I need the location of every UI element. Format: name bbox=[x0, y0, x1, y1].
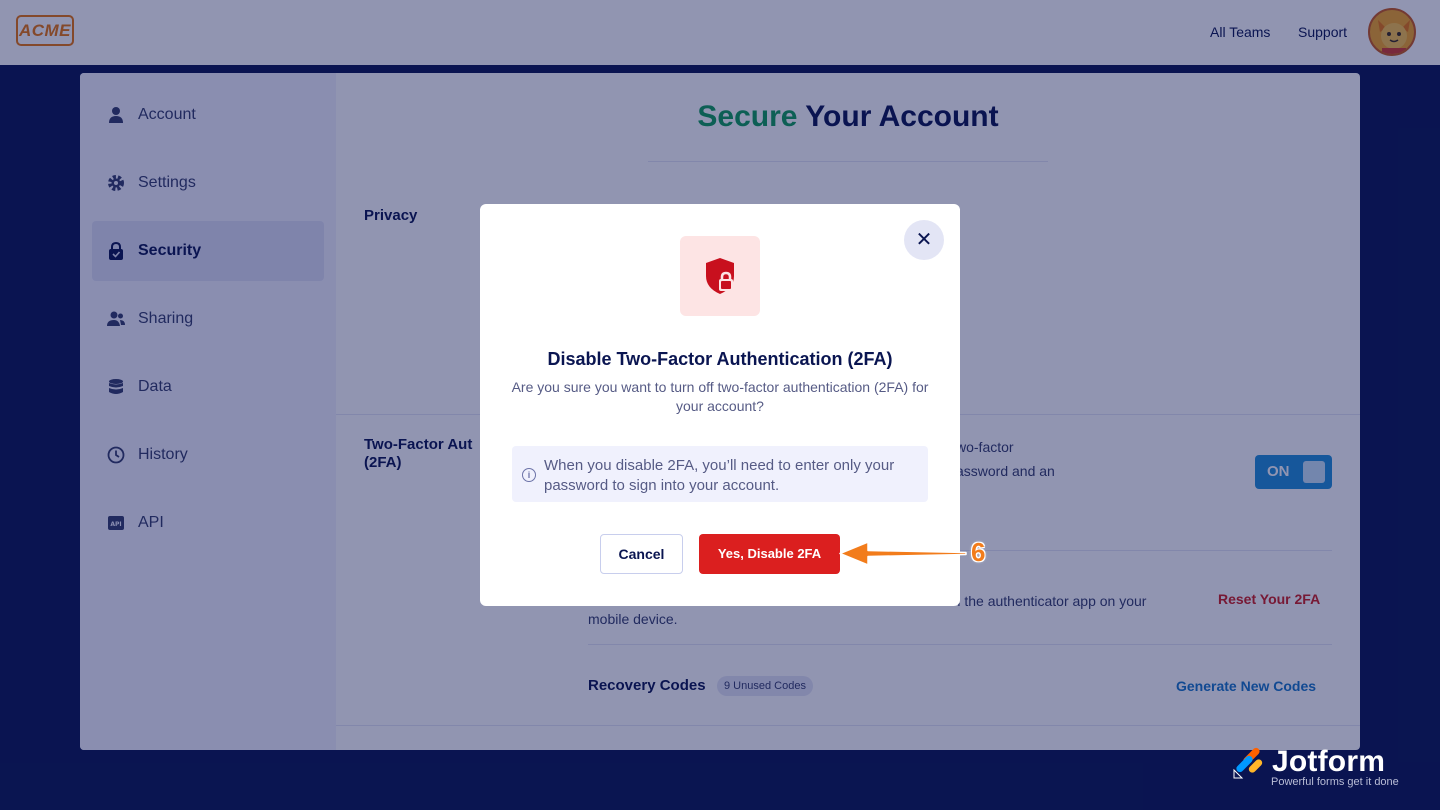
info-notice: i When you disable 2FA, you’ll need to e… bbox=[512, 446, 928, 502]
pointer-arrow-icon bbox=[839, 541, 967, 566]
step-number: 6 bbox=[971, 537, 986, 567]
close-icon: ✕ bbox=[915, 229, 933, 251]
dialog-description: Are you sure you want to turn off two-fa… bbox=[511, 379, 929, 414]
info-icon: i bbox=[522, 468, 536, 482]
info-text: When you disable 2FA, you’ll need to ent… bbox=[544, 457, 895, 494]
dialog-title: Disable Two-Factor Authentication (2FA) bbox=[547, 349, 893, 369]
shield-lock-icon bbox=[706, 258, 734, 294]
brand-tagline: Powerful forms get it done bbox=[1271, 776, 1399, 788]
cancel-button[interactable]: Cancel bbox=[600, 534, 683, 574]
jotform-brand: Jotform Powerful forms get it done bbox=[1232, 744, 1412, 790]
jotform-logo-icon bbox=[1233, 747, 1263, 779]
close-button[interactable]: ✕ bbox=[904, 220, 944, 260]
brand-name: Jotform bbox=[1272, 745, 1386, 778]
shield-icon-container bbox=[680, 236, 760, 316]
disable-2fa-button[interactable]: Yes, Disable 2FA bbox=[699, 534, 840, 574]
